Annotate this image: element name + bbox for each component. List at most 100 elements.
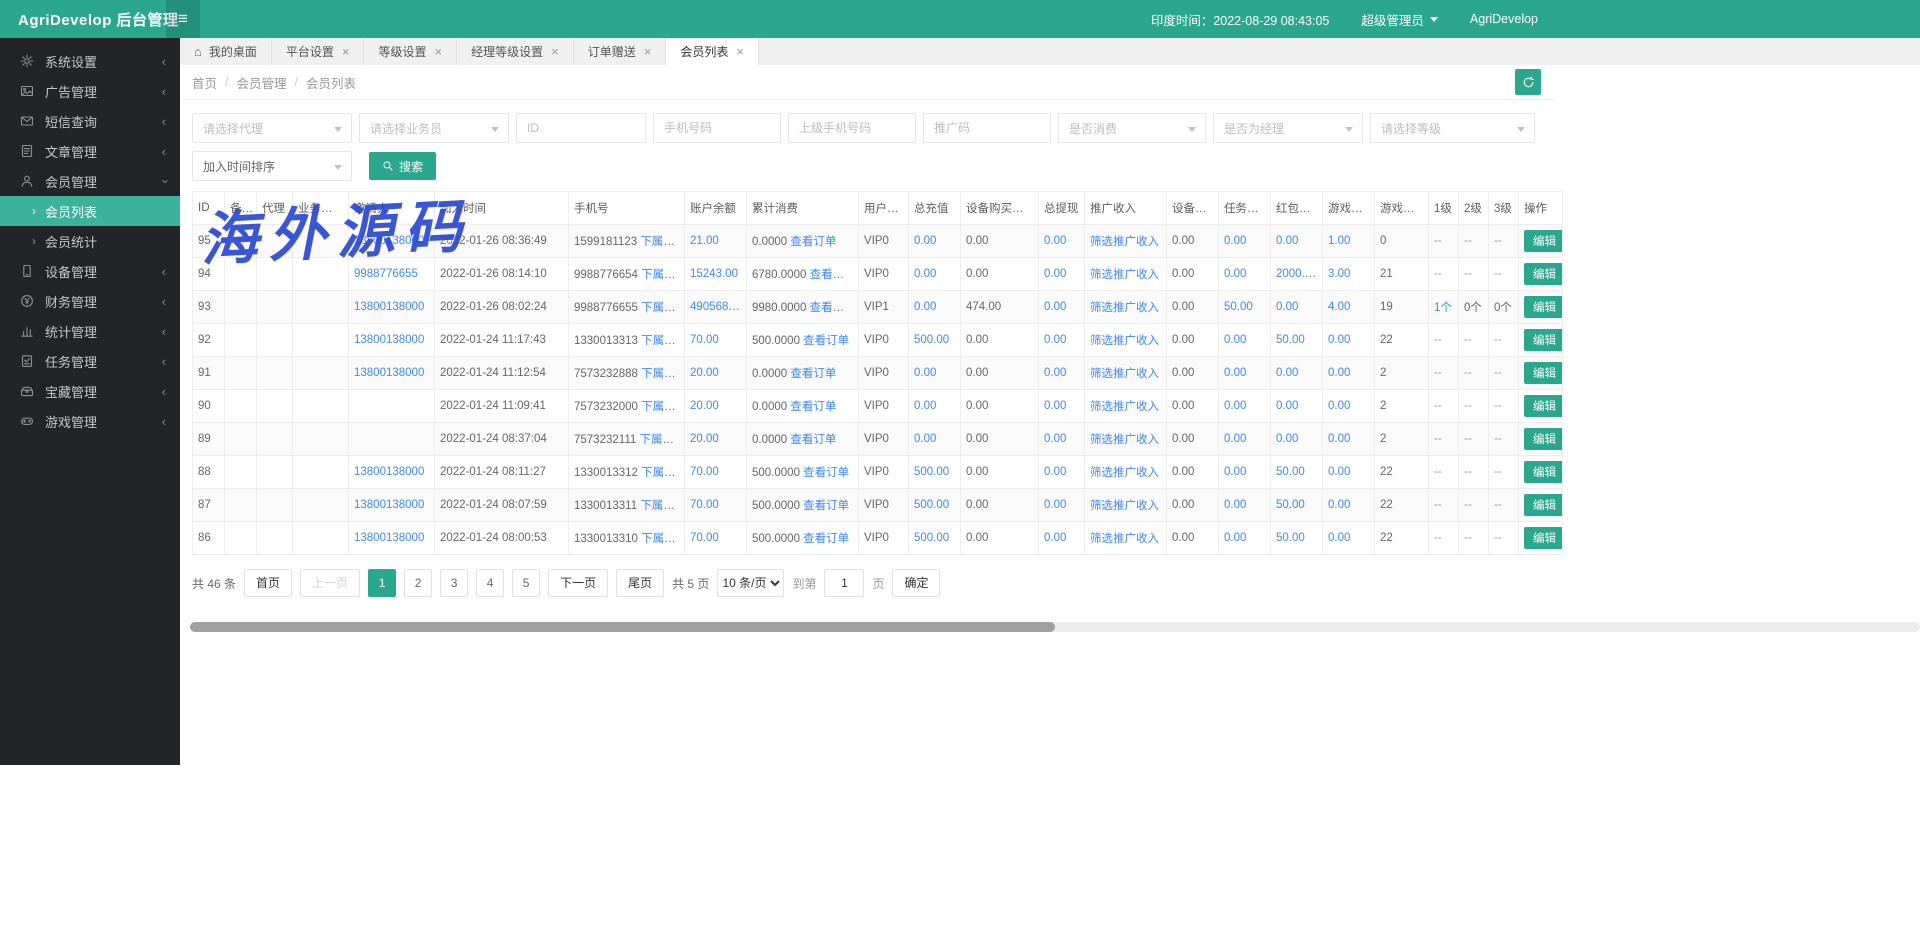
promo-income-link[interactable]: 筛选推广收入 bbox=[1090, 434, 1159, 446]
level-count-link[interactable]: 0个 bbox=[1494, 302, 1512, 314]
page-number-button[interactable]: 1 bbox=[368, 569, 396, 597]
cell-link[interactable]: 0.00 bbox=[1328, 532, 1350, 544]
sidebar-item[interactable]: 财务管理‹ bbox=[0, 286, 180, 316]
view-order-link[interactable]: 查看订单 bbox=[810, 269, 856, 281]
close-icon[interactable]: × bbox=[342, 44, 350, 59]
cell-link[interactable]: 1.00 bbox=[1328, 235, 1350, 247]
cell-link[interactable]: 50.00 bbox=[1276, 499, 1305, 511]
close-icon[interactable]: × bbox=[736, 44, 744, 59]
tab-item[interactable]: 等级设置× bbox=[364, 38, 457, 65]
subordinate-detail-link[interactable]: 下属详细 bbox=[641, 467, 684, 479]
cell-link[interactable]: 0.00 bbox=[1224, 268, 1246, 280]
cell-link[interactable]: 500.00 bbox=[914, 499, 949, 511]
cell-link[interactable]: 0.00 bbox=[914, 433, 936, 445]
cell-link[interactable]: 0.00 bbox=[1044, 433, 1066, 445]
page-number-button[interactable]: 5 bbox=[512, 569, 540, 597]
cell-link[interactable]: 0.00 bbox=[1044, 466, 1066, 478]
search-button[interactable]: 搜索 bbox=[369, 152, 436, 180]
level-count-link[interactable]: 0个 bbox=[1464, 302, 1482, 314]
cell-link[interactable]: 70.00 bbox=[690, 532, 719, 544]
sidebar-item[interactable]: 会员管理‹ bbox=[0, 166, 180, 196]
cell-link[interactable]: 0.00 bbox=[1276, 301, 1298, 313]
close-icon[interactable]: × bbox=[644, 44, 652, 59]
confirm-button[interactable]: 确定 bbox=[892, 569, 940, 597]
cell-link[interactable]: 0.00 bbox=[1276, 400, 1298, 412]
promo-income-link[interactable]: 筛选推广收入 bbox=[1090, 335, 1159, 347]
cell-link[interactable]: 0.00 bbox=[1044, 400, 1066, 412]
level-count-link[interactable]: 1个 bbox=[1434, 302, 1452, 314]
tab-item[interactable]: 会员列表× bbox=[666, 38, 759, 65]
subordinate-detail-link[interactable]: 下属详细 bbox=[641, 335, 684, 347]
consume-filter-select[interactable]: 是否消费 bbox=[1058, 113, 1206, 143]
cell-link[interactable]: 0.00 bbox=[1276, 235, 1298, 247]
cell-link[interactable]: 0.00 bbox=[1224, 400, 1246, 412]
subordinate-detail-link[interactable]: 下属详细 bbox=[641, 401, 684, 413]
cell-link[interactable]: 4.00 bbox=[1328, 301, 1350, 313]
edit-button[interactable]: 编辑 bbox=[1524, 362, 1563, 384]
close-icon[interactable]: × bbox=[551, 44, 559, 59]
sort-select[interactable]: 加入时间排序 bbox=[192, 151, 352, 181]
cell-link[interactable]: 50.00 bbox=[1276, 334, 1305, 346]
view-order-link[interactable]: 查看订单 bbox=[790, 368, 836, 380]
page-number-button[interactable]: 2 bbox=[404, 569, 432, 597]
cell-link[interactable]: 70.00 bbox=[690, 334, 719, 346]
cell-link[interactable]: 0.00 bbox=[914, 235, 936, 247]
cell-link[interactable]: 0.00 bbox=[1044, 367, 1066, 379]
cell-link[interactable]: 21.00 bbox=[690, 235, 719, 247]
tab-item[interactable]: 订单赠送× bbox=[574, 38, 667, 65]
breadcrumb-home[interactable]: 首页 bbox=[192, 73, 217, 92]
view-order-link[interactable]: 查看订单 bbox=[790, 236, 836, 248]
cell-link[interactable]: 13800138000 bbox=[354, 301, 424, 313]
subordinate-detail-link[interactable]: 下属详细 bbox=[640, 500, 684, 512]
tab-item[interactable]: 平台设置× bbox=[272, 38, 365, 65]
cell-link[interactable]: 0.00 bbox=[1328, 400, 1350, 412]
promo-code-input[interactable] bbox=[923, 113, 1051, 143]
cell-link[interactable]: 0.00 bbox=[1224, 466, 1246, 478]
cell-link[interactable]: 13800138000 bbox=[354, 334, 424, 346]
cell-link[interactable]: 50.00 bbox=[1276, 532, 1305, 544]
id-input[interactable] bbox=[516, 113, 646, 143]
cell-link[interactable]: 0.00 bbox=[1328, 334, 1350, 346]
cell-link[interactable]: 0.00 bbox=[1328, 367, 1350, 379]
cell-link[interactable]: 0.00 bbox=[914, 301, 936, 313]
edit-button[interactable]: 编辑 bbox=[1524, 395, 1563, 417]
sidebar-item[interactable]: 设备管理‹ bbox=[0, 256, 180, 286]
cell-link[interactable]: 20.00 bbox=[690, 367, 719, 379]
edit-button[interactable]: 编辑 bbox=[1524, 494, 1563, 516]
page-size-select[interactable]: 10 条/页 bbox=[717, 569, 784, 597]
view-order-link[interactable]: 查看订单 bbox=[803, 500, 849, 512]
sidebar-subitem[interactable]: ›会员统计 bbox=[0, 226, 180, 256]
level-select[interactable]: 请选择等级 bbox=[1370, 113, 1535, 143]
edit-button[interactable]: 编辑 bbox=[1524, 461, 1563, 483]
cell-link[interactable]: 0.00 bbox=[1044, 268, 1066, 280]
breadcrumb-item[interactable]: 会员管理 bbox=[237, 73, 287, 92]
cell-link[interactable]: 20.00 bbox=[690, 400, 719, 412]
view-order-link[interactable]: 查看订单 bbox=[803, 533, 849, 545]
view-order-link[interactable]: 查看订单 bbox=[810, 302, 856, 314]
sidebar-item[interactable]: 短信查询‹ bbox=[0, 106, 180, 136]
promo-income-link[interactable]: 筛选推广收入 bbox=[1090, 269, 1159, 281]
first-page-button[interactable]: 首页 bbox=[244, 569, 292, 597]
cell-link[interactable]: 13800138000 bbox=[354, 466, 424, 478]
refresh-button[interactable] bbox=[1515, 69, 1541, 95]
view-order-link[interactable]: 查看订单 bbox=[790, 434, 836, 446]
promo-income-link[interactable]: 筛选推广收入 bbox=[1090, 302, 1159, 314]
cell-link[interactable]: 0.00 bbox=[1224, 433, 1246, 445]
scrollbar-thumb[interactable] bbox=[190, 622, 1055, 632]
cell-link[interactable]: 50.00 bbox=[1224, 301, 1253, 313]
subordinate-detail-link[interactable]: 下属详细 bbox=[641, 269, 684, 281]
cell-link[interactable]: 0.00 bbox=[1276, 367, 1298, 379]
cell-link[interactable]: 9988776655 bbox=[354, 268, 418, 280]
sidebar-subitem[interactable]: ›会员列表 bbox=[0, 196, 180, 226]
promo-income-link[interactable]: 筛选推广收入 bbox=[1090, 533, 1159, 545]
prev-page-button[interactable]: 上一页 bbox=[300, 569, 360, 597]
cell-link[interactable]: 70.00 bbox=[690, 466, 719, 478]
tab-item[interactable]: ⌂我的桌面 bbox=[180, 38, 272, 65]
cell-link[interactable]: 0.00 bbox=[1044, 235, 1066, 247]
sidebar-item[interactable]: 文章管理‹ bbox=[0, 136, 180, 166]
cell-link[interactable]: 0.00 bbox=[1044, 334, 1066, 346]
cell-link[interactable]: 0.00 bbox=[1224, 334, 1246, 346]
salesman-select[interactable]: 请选择业务员 bbox=[359, 113, 509, 143]
cell-link[interactable]: 13800138000 bbox=[354, 499, 424, 511]
cell-link[interactable]: 0.00 bbox=[1328, 499, 1350, 511]
